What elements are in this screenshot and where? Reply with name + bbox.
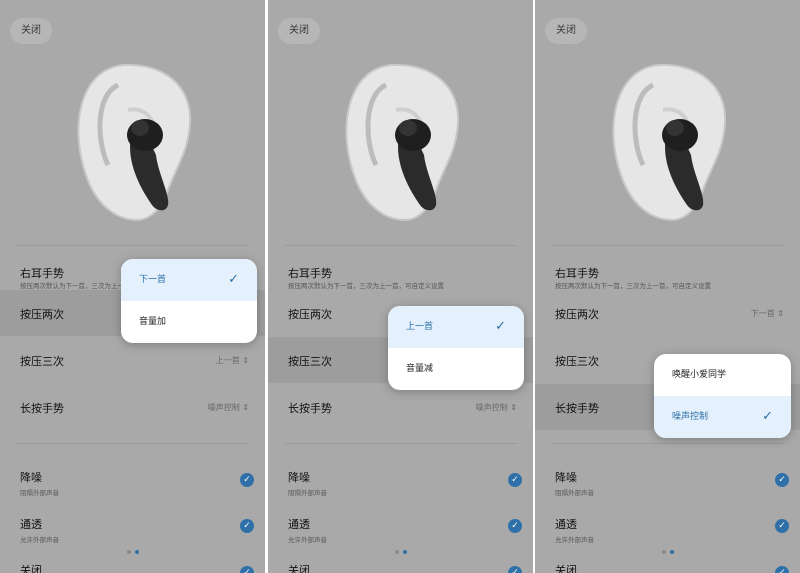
switch-transparency[interactable]: 通透 允许外部声音 — [20, 516, 59, 544]
row-value: 噪声控制 ⇕ — [207, 403, 249, 412]
chevron-updown-icon: ⇕ — [510, 403, 517, 412]
switch-label: 关闭 — [555, 564, 577, 573]
page-indicator — [268, 550, 533, 554]
divider — [284, 443, 517, 444]
switch-sub: 阻隔外部声音 — [555, 489, 594, 497]
row-double-press[interactable]: 按压两次 下一首 ⇕ — [535, 290, 800, 336]
page-dot — [394, 550, 399, 554]
switch-label: 通透 — [555, 518, 577, 531]
row-label: 长按手势 — [288, 402, 332, 415]
close-button[interactable]: 关闭 — [10, 18, 52, 44]
chevron-updown-icon: ⇕ — [242, 356, 249, 365]
checkmark-icon[interactable]: ✓ — [775, 566, 789, 573]
menu-option-selected[interactable]: 下一首 ✓ — [121, 259, 257, 301]
page-dot-active — [134, 550, 139, 554]
menu-option[interactable]: 唤醒小爱同学 — [654, 354, 791, 396]
row-label: 按压三次 — [555, 355, 599, 368]
menu-option-selected[interactable]: 上一首 ✓ — [388, 306, 524, 348]
switch-transparency[interactable]: 通透 允许外部声音 — [288, 516, 327, 544]
row-label: 按压三次 — [288, 355, 332, 368]
switch-sub: 阻隔外部声音 — [288, 489, 327, 497]
gesture-section-subtitle: 按压两次默认为下一首，三次为上一首，可自定义设置 — [555, 282, 711, 290]
switch-sub: 允许外部声音 — [555, 536, 594, 544]
row-label: 按压三次 — [20, 355, 64, 368]
gesture-section-title: 右耳手势 — [20, 267, 64, 280]
row-label: 按压两次 — [288, 308, 332, 321]
settings-screen-2: 关闭 右耳手势 按压两次默认为下一首，三次为上一首，可自定义设置 按压两次 按压… — [268, 0, 533, 573]
row-triple-press[interactable]: 按压三次 上一首 ⇕ — [0, 337, 265, 383]
switch-label: 降噪 — [288, 471, 310, 484]
dropdown-menu: 上一首 ✓ 音量减 — [388, 306, 524, 390]
row-value: 下一首 ⇕ — [750, 309, 784, 318]
row-long-press[interactable]: 长按手势 噪声控制 ⇕ — [0, 384, 265, 430]
chevron-updown-icon: ⇕ — [777, 309, 784, 318]
checkmark-icon[interactable]: ✓ — [775, 519, 789, 533]
gesture-section-subtitle: 按压两次默认为下一首，三次为上一首，可自定义设置 — [288, 282, 444, 290]
switch-anc[interactable]: 降噪 阻隔外部声音 — [20, 469, 59, 497]
switch-sub: 阻隔外部声音 — [20, 489, 59, 497]
page-dot-active — [669, 550, 674, 554]
gesture-section-title: 右耳手势 — [555, 267, 599, 280]
switch-label: 关闭 — [288, 564, 310, 573]
checkmark-icon[interactable]: ✓ — [240, 519, 254, 533]
page-dot-active — [402, 550, 407, 554]
menu-option[interactable]: 音量加 — [121, 301, 257, 343]
divider — [16, 245, 249, 246]
switch-label: 关闭 — [20, 564, 42, 573]
row-long-press[interactable]: 长按手势 噪声控制 ⇕ — [268, 384, 533, 430]
divider — [551, 443, 784, 444]
switch-off[interactable]: 关闭 — [288, 562, 310, 573]
ear-earbud-illustration — [345, 63, 460, 222]
switch-off[interactable]: 关闭 — [20, 562, 42, 573]
ear-earbud-illustration — [77, 63, 192, 222]
dropdown-menu: 下一首 ✓ 音量加 — [121, 259, 257, 343]
settings-screen-1: 关闭 右耳手势 按压两次默认为下一首，三次为上一首，可自定义设置 按压两次 按压… — [0, 0, 265, 573]
switch-off[interactable]: 关闭 — [555, 562, 577, 573]
row-label: 按压两次 — [20, 308, 64, 321]
switch-label: 通透 — [20, 518, 42, 531]
switch-label: 降噪 — [555, 471, 577, 484]
switch-label: 通透 — [288, 518, 310, 531]
checkmark-icon[interactable]: ✓ — [240, 473, 254, 487]
gesture-section-title: 右耳手势 — [288, 267, 332, 280]
switch-transparency[interactable]: 通透 允许外部声音 — [555, 516, 594, 544]
dropdown-menu: 唤醒小爱同学 噪声控制 ✓ — [654, 354, 791, 438]
checkmark-icon[interactable]: ✓ — [508, 519, 522, 533]
checkmark-icon[interactable]: ✓ — [508, 473, 522, 487]
row-value: 上一首 ⇕ — [215, 356, 249, 365]
page-indicator — [0, 550, 265, 554]
checkmark-icon[interactable]: ✓ — [240, 566, 254, 573]
page-dot — [661, 550, 666, 554]
settings-screen-3: 关闭 右耳手势 按压两次默认为下一首，三次为上一首，可自定义设置 按压两次 下一… — [535, 0, 800, 573]
checkmark-icon[interactable]: ✓ — [775, 473, 789, 487]
checkmark-icon: ✓ — [762, 409, 773, 424]
close-button[interactable]: 关闭 — [278, 18, 320, 44]
close-button[interactable]: 关闭 — [545, 18, 587, 44]
row-label: 长按手势 — [20, 402, 64, 415]
switch-label: 降噪 — [20, 471, 42, 484]
switch-anc[interactable]: 降噪 阻隔外部声音 — [555, 469, 594, 497]
switch-anc[interactable]: 降噪 阻隔外部声音 — [288, 469, 327, 497]
checkmark-icon[interactable]: ✓ — [508, 566, 522, 573]
switch-sub: 允许外部声音 — [20, 536, 59, 544]
checkmark-icon: ✓ — [228, 272, 239, 287]
menu-option-selected[interactable]: 噪声控制 ✓ — [654, 396, 791, 438]
divider — [551, 245, 784, 246]
switch-sub: 允许外部声音 — [288, 536, 327, 544]
row-label: 长按手势 — [555, 402, 599, 415]
divider — [16, 443, 249, 444]
checkmark-icon: ✓ — [495, 319, 506, 334]
ear-earbud-illustration — [612, 63, 727, 222]
menu-option[interactable]: 音量减 — [388, 348, 524, 390]
divider — [284, 245, 517, 246]
page-dot — [126, 550, 131, 554]
chevron-updown-icon: ⇕ — [242, 403, 249, 412]
row-value: 噪声控制 ⇕ — [475, 403, 517, 412]
page-indicator — [535, 550, 800, 554]
row-label: 按压两次 — [555, 308, 599, 321]
